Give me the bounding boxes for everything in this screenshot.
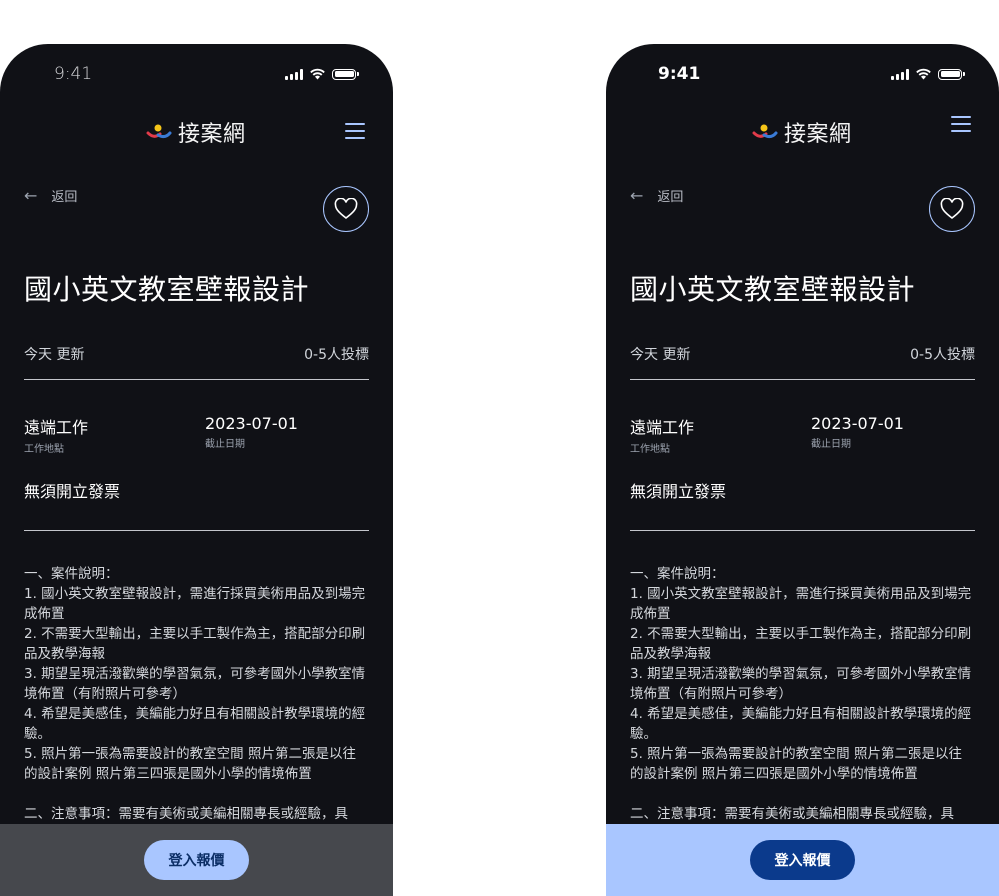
app-header: 接案網 <box>0 98 393 158</box>
phone-screen-default: 9:41 接案網 ← 返回 國小英文教室壁報設計 今天 更新 0-5人投標 遠端… <box>0 44 393 896</box>
notes-line: 二、注意事項：需要有美術或美編相關專長或經驗，具 <box>630 806 954 822</box>
description-line: 5. 照片第一張為需要設計的教室空間 照片第二張是以往的設計案例 照片第三四張是… <box>24 746 356 782</box>
description-line: 1. 國小英文教室壁報設計，需進行採買美術用品及到場完成佈置 <box>24 586 366 622</box>
brand-logo-icon <box>146 124 172 139</box>
project-description: 一、案件說明： 1. 國小英文教室壁報設計，需進行採買美術用品及到場完成佈置 2… <box>630 564 975 824</box>
deadline-value: 2023-07-01 <box>811 414 904 433</box>
location-value: 遠端工作 <box>24 418 89 437</box>
location-label: 工作地點 <box>630 444 670 455</box>
description-line: 2. 不需要大型輸出，主要以手工製作為主，搭配部分印刷品及教學海報 <box>630 626 972 662</box>
heart-icon <box>334 198 358 220</box>
location-label: 工作地點 <box>24 444 64 455</box>
location-value: 遠端工作 <box>630 418 695 437</box>
cellular-signal-icon <box>285 68 303 80</box>
location-info: 遠端工作 工作地點 <box>24 414 88 455</box>
description-line: 5. 照片第一張為需要設計的教室空間 照片第二張是以往的設計案例 照片第三四張是… <box>630 746 962 782</box>
arrow-left-icon: ← <box>24 186 38 205</box>
description-line: 2. 不需要大型輸出，主要以手工製作為主，搭配部分印刷品及教學海報 <box>24 626 366 662</box>
divider <box>24 530 369 531</box>
divider <box>24 379 369 380</box>
divider <box>630 379 975 380</box>
phone-screen-active: 9:41 接案網 ← 返回 國小英文教室壁報設計 今天 更新 0-5人投標 遠端… <box>606 44 999 896</box>
updated-text: 今天 更新 <box>24 347 85 363</box>
battery-icon <box>938 68 962 80</box>
project-meta: 今天 更新 0-5人投標 <box>630 344 975 364</box>
bidders-count: 0-5人投標 <box>304 347 369 363</box>
invoice-note: 無須開立發票 <box>630 482 727 501</box>
description-line: 3. 期望呈現活潑歡樂的學習氣氛，可參考國外小學教室情境佈置（有附照片可參考） <box>630 666 972 702</box>
deadline-label: 截止日期 <box>811 439 851 450</box>
login-quote-button[interactable]: 登入報價 <box>144 840 249 880</box>
invoice-note: 無須開立發票 <box>24 482 121 501</box>
deadline-info: 2023-07-01 截止日期 <box>205 414 298 450</box>
brand-name: 接案網 <box>178 122 246 147</box>
project-title: 國小英文教室壁報設計 <box>24 273 310 306</box>
project-description: 一、案件說明： 1. 國小英文教室壁報設計，需進行採買美術用品及到場完成佈置 2… <box>24 564 369 824</box>
bottom-action-bar: 登入報價 <box>606 824 999 896</box>
description-line: 一、案件說明： <box>630 566 725 582</box>
battery-icon <box>332 68 356 80</box>
deadline-value: 2023-07-01 <box>205 414 298 433</box>
updated-text: 今天 更新 <box>630 347 691 363</box>
brand-logo-icon <box>752 124 778 139</box>
favorite-button[interactable] <box>323 186 369 232</box>
back-button[interactable]: ← 返回 <box>24 186 77 205</box>
deadline-info: 2023-07-01 截止日期 <box>811 414 904 450</box>
status-time: 9:41 <box>658 64 701 84</box>
back-button[interactable]: ← 返回 <box>630 186 683 205</box>
description-line: 4. 希望是美感佳，美編能力好且有相關設計教學環境的經驗。 <box>24 706 366 742</box>
status-time: 9:41 <box>54 64 93 84</box>
project-meta: 今天 更新 0-5人投標 <box>24 344 369 364</box>
hamburger-menu-icon[interactable] <box>345 123 365 139</box>
bidders-count: 0-5人投標 <box>910 347 975 363</box>
description-line: 4. 希望是美感佳，美編能力好且有相關設計教學環境的經驗。 <box>630 706 972 742</box>
brand-logo[interactable]: 接案網 <box>752 116 852 148</box>
brand-logo[interactable]: 接案網 <box>146 116 246 148</box>
cellular-signal-icon <box>891 68 909 80</box>
status-bar: 9:41 <box>0 44 393 98</box>
status-icons <box>285 68 359 80</box>
hamburger-menu-icon[interactable] <box>951 116 971 132</box>
location-info: 遠端工作 工作地點 <box>630 414 694 455</box>
battery-tip <box>357 72 359 76</box>
favorite-button[interactable] <box>929 186 975 232</box>
notes-line: 二、注意事項：需要有美術或美編相關專長或經驗，具 <box>24 806 348 822</box>
project-title: 國小英文教室壁報設計 <box>630 273 916 306</box>
status-icons <box>891 68 965 80</box>
brand-name: 接案網 <box>784 122 852 147</box>
description-line: 一、案件說明： <box>24 566 119 582</box>
status-bar: 9:41 <box>606 44 999 98</box>
heart-icon <box>940 198 964 220</box>
description-line: 1. 國小英文教室壁報設計，需進行採買美術用品及到場完成佈置 <box>630 586 972 622</box>
wifi-icon <box>916 68 931 80</box>
arrow-left-icon: ← <box>630 186 644 205</box>
login-quote-button[interactable]: 登入報價 <box>750 840 855 880</box>
description-line: 3. 期望呈現活潑歡樂的學習氣氛，可參考國外小學教室情境佈置（有附照片可參考） <box>24 666 366 702</box>
wifi-icon <box>310 68 325 80</box>
back-label: 返回 <box>51 190 78 205</box>
app-header: 接案網 <box>606 98 999 158</box>
deadline-label: 截止日期 <box>205 439 245 450</box>
battery-tip <box>963 72 965 76</box>
divider <box>630 530 975 531</box>
back-label: 返回 <box>657 190 684 205</box>
bottom-action-bar: 登入報價 <box>0 824 393 896</box>
